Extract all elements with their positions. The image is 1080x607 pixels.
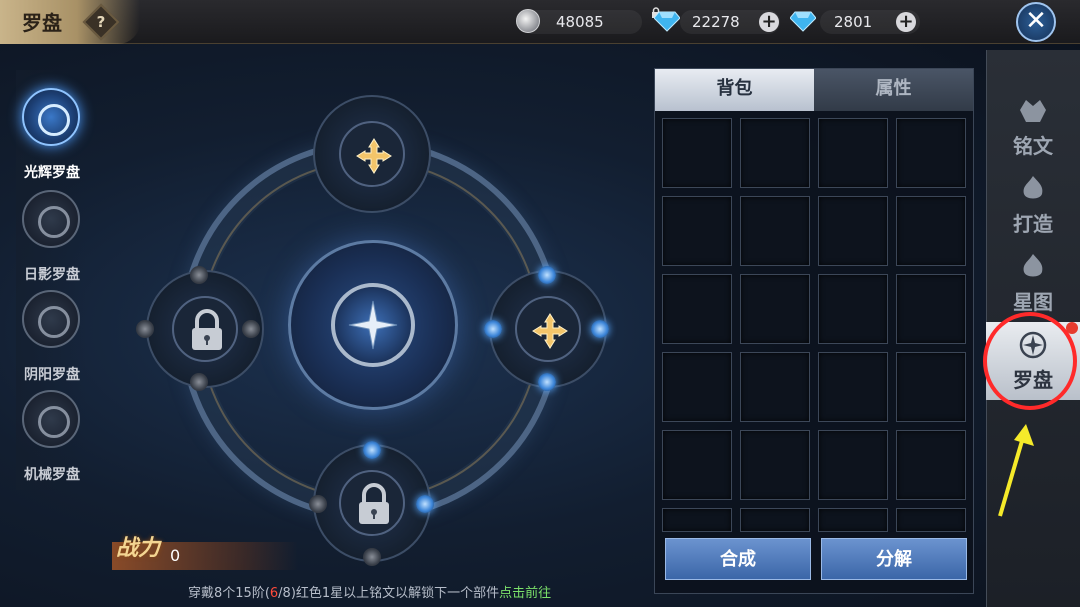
inventory-slot[interactable]	[818, 274, 888, 344]
tab-star-map[interactable]: 星图	[986, 244, 1080, 322]
locked-diamond-icon	[654, 11, 680, 32]
diamond-icon	[790, 11, 816, 32]
go-link[interactable]: 点击前往	[499, 586, 551, 601]
decompose-button[interactable]: 分解	[821, 538, 967, 580]
close-button[interactable]: ✕	[1016, 2, 1056, 42]
inventory-slot[interactable]	[740, 352, 810, 422]
add-part-icon	[532, 313, 568, 349]
inventory-slot[interactable]	[818, 430, 888, 500]
compass-core-icon	[331, 283, 415, 367]
inventory-slot[interactable]	[896, 274, 966, 344]
help-icon: ?	[96, 13, 106, 31]
tab-label: 日影罗盘	[24, 267, 80, 283]
hint-progress: 6	[269, 586, 279, 601]
hint-suffix: /8)红色1星以上铭文以解锁下一个部件	[278, 586, 500, 601]
socket-node	[190, 266, 208, 284]
silver-amount: 48085	[556, 13, 604, 31]
inventory-slot[interactable]	[740, 196, 810, 266]
socket-node	[190, 373, 208, 391]
tab-label: 光辉罗盘	[24, 165, 80, 181]
compass-type-list: 光辉罗盘 日影罗盘 阴阳罗盘 机械罗盘	[16, 70, 86, 490]
top-bar: 罗盘 ? 48085 22278 + 2801 + ✕	[0, 0, 1080, 44]
slot-bottom-locked[interactable]	[313, 444, 431, 562]
hint-prefix: 穿戴8个15阶(	[188, 586, 270, 601]
sunshadow-compass-icon	[22, 190, 80, 248]
tab-inscription[interactable]: 铭文	[986, 88, 1080, 166]
tab-label: 机械罗盘	[24, 467, 80, 483]
socket-node	[416, 495, 434, 513]
socket-node	[363, 441, 381, 459]
inventory-slot[interactable]	[740, 508, 810, 532]
socket-node	[309, 495, 327, 513]
page-title: 罗盘	[22, 11, 62, 35]
inventory-slot[interactable]	[818, 508, 888, 532]
unlock-hint: 穿戴8个15阶(6/8)红色1星以上铭文以解锁下一个部件点击前往	[188, 582, 551, 601]
add-locked-diamond-button[interactable]: +	[759, 12, 779, 32]
inscription-icon	[1020, 100, 1046, 122]
tab-label: 星图	[1013, 290, 1053, 314]
tab-radiant-compass[interactable]: 光辉罗盘	[16, 84, 88, 181]
tab-label: 铭文	[1013, 134, 1053, 158]
tab-sunshadow-compass[interactable]: 日影罗盘	[16, 186, 88, 283]
padlock-icon	[192, 309, 222, 350]
socket-node	[242, 320, 260, 338]
inventory-slot[interactable]	[662, 352, 732, 422]
highlight-circle	[983, 312, 1077, 410]
mechanical-compass-icon	[22, 390, 80, 448]
inventory-slot[interactable]	[740, 118, 810, 188]
inventory-slot[interactable]	[818, 196, 888, 266]
power-label: 战力	[116, 535, 161, 561]
inventory-slot[interactable]	[896, 196, 966, 266]
locked-diamond-amount: 22278	[692, 13, 740, 31]
inventory-slot[interactable]	[662, 508, 732, 532]
inventory-slot[interactable]	[662, 118, 732, 188]
pointer-arrow-icon	[998, 424, 1034, 517]
add-part-icon	[356, 138, 392, 174]
socket-node	[484, 320, 502, 338]
power-value: 0	[170, 546, 181, 565]
socket-node	[538, 373, 556, 391]
inventory-slot[interactable]	[818, 118, 888, 188]
inventory-slot[interactable]	[896, 508, 966, 532]
tab-yinyang-compass[interactable]: 阴阳罗盘	[16, 286, 88, 383]
inventory-slot[interactable]	[896, 352, 966, 422]
inventory-slot[interactable]	[662, 430, 732, 500]
radiant-compass-icon	[22, 88, 80, 146]
socket-node	[136, 320, 154, 338]
tab-backpack[interactable]: 背包	[655, 69, 814, 111]
socket-node	[591, 320, 609, 338]
tab-attributes[interactable]: 属性	[814, 69, 973, 111]
inventory-slot[interactable]	[818, 352, 888, 422]
compass-center-emblem	[288, 240, 458, 410]
tab-forge[interactable]: 打造	[986, 166, 1080, 244]
slot-right[interactable]	[489, 270, 607, 388]
add-diamond-button[interactable]: +	[896, 12, 916, 32]
inventory-slot[interactable]	[662, 274, 732, 344]
slot-top[interactable]	[313, 95, 431, 213]
forge-icon	[1023, 176, 1043, 199]
padlock-icon	[359, 483, 389, 524]
star-map-icon	[1023, 254, 1043, 277]
inventory-slot[interactable]	[740, 274, 810, 344]
compass-star-icon	[348, 300, 398, 350]
socket-node	[363, 548, 381, 566]
title-banner: 罗盘 ?	[0, 0, 140, 44]
combine-button[interactable]: 合成	[665, 538, 811, 580]
inventory-slot[interactable]	[740, 430, 810, 500]
tab-mechanical-compass[interactable]: 机械罗盘	[16, 386, 88, 483]
inventory-slot[interactable]	[896, 118, 966, 188]
inventory-slot[interactable]	[896, 430, 966, 500]
help-button[interactable]: ?	[82, 3, 120, 41]
tab-label: 阴阳罗盘	[24, 367, 80, 383]
yinyang-compass-icon	[22, 290, 80, 348]
inventory-slot[interactable]	[662, 196, 732, 266]
tab-label: 打造	[1013, 212, 1053, 236]
socket-node	[538, 266, 556, 284]
diamond-amount: 2801	[834, 13, 873, 31]
